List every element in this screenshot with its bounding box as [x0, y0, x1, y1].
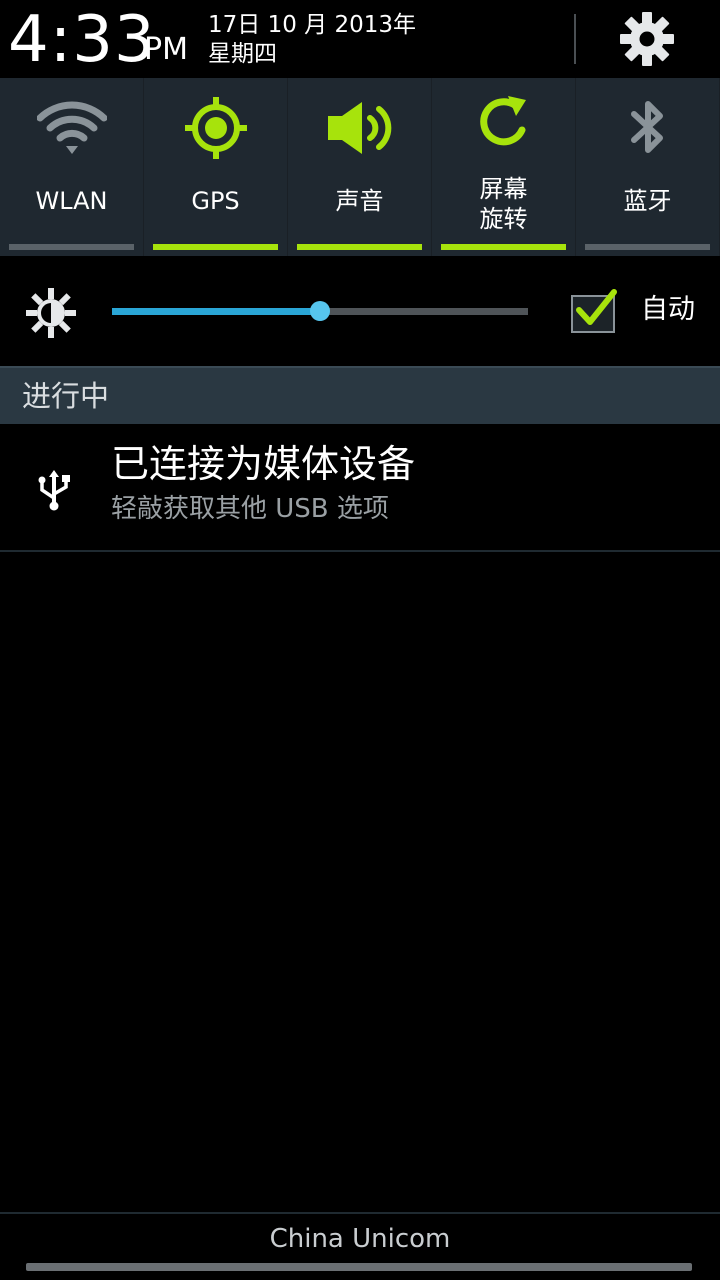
brightness-slider-thumb[interactable] — [310, 301, 330, 321]
usb-icon — [38, 470, 70, 511]
toggle-label-line1: 屏幕 — [479, 175, 528, 203]
brightness-icon — [26, 288, 76, 338]
header-divider — [574, 14, 576, 64]
gear-icon — [620, 12, 674, 66]
settings-button[interactable] — [604, 4, 690, 74]
clock-ampm: PM — [144, 32, 188, 67]
status-header: 4:33 PM 17日 10 月 2013年 星期四 — [0, 0, 720, 78]
notification-title: 已连接为媒体设备 — [111, 442, 416, 486]
drag-handle[interactable] — [26, 1263, 692, 1271]
auto-brightness-label: 自动 — [641, 294, 695, 325]
toggle-label-line2: 旋转 — [479, 205, 528, 233]
gps-icon — [184, 97, 247, 159]
footer: China Unicom — [0, 1212, 720, 1280]
toggle-label: 蓝牙 — [623, 187, 672, 215]
section-title: 进行中 — [22, 379, 110, 413]
quick-settings-panel: WLAN GPS 声音 屏幕 旋转 蓝牙 — [0, 78, 720, 256]
toggle-gps[interactable]: GPS — [144, 78, 287, 256]
toggle-bluetooth[interactable]: 蓝牙 — [576, 78, 719, 256]
clock-time: 4:33 — [8, 3, 156, 77]
toggle-wlan[interactable]: WLAN — [0, 78, 143, 256]
toggle-label: 声音 — [335, 187, 384, 215]
toggle-sound[interactable]: 声音 — [288, 78, 431, 256]
wifi-icon — [36, 101, 107, 154]
toggle-indicator-off — [9, 244, 134, 250]
notification-subtitle: 轻敲获取其他 USB 选项 — [111, 494, 389, 524]
weekday-text: 星期四 — [208, 41, 277, 67]
usb-notification[interactable]: 已连接为媒体设备 轻敲获取其他 USB 选项 — [0, 424, 720, 552]
toggle-indicator-on — [153, 244, 278, 250]
toggle-label: 屏幕 旋转 — [432, 174, 575, 234]
ongoing-section-header: 进行中 — [0, 366, 720, 424]
brightness-slider-fill — [112, 308, 320, 315]
brightness-row: 自动 — [0, 256, 720, 366]
rotate-icon — [479, 96, 526, 146]
toggle-indicator-on — [297, 244, 422, 250]
date-text: 17日 10 月 2013年 — [208, 12, 416, 38]
carrier-label: China Unicom — [269, 1224, 451, 1254]
toggle-label: GPS — [191, 187, 240, 215]
toggle-indicator-off — [585, 244, 710, 250]
bluetooth-icon — [630, 101, 663, 153]
toggle-indicator-on — [441, 244, 566, 250]
brightness-slider[interactable] — [112, 301, 528, 321]
sound-icon — [327, 102, 391, 154]
toggle-screen-rotation[interactable]: 屏幕 旋转 — [432, 78, 575, 256]
auto-brightness-checkbox[interactable] — [570, 286, 618, 334]
toggle-label: WLAN — [35, 187, 108, 215]
